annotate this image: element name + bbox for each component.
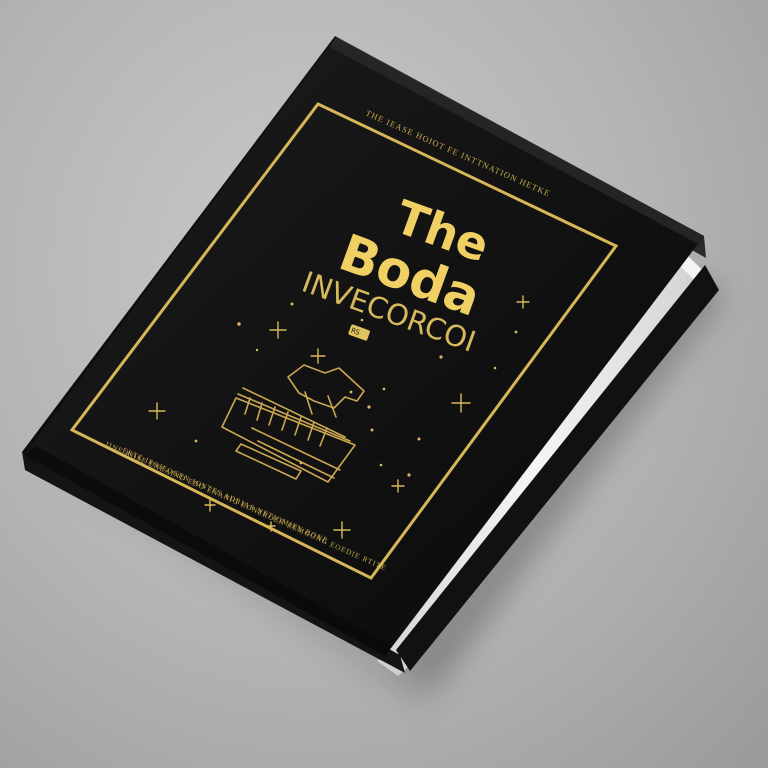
book-mockup: THE IEASE HOIOT FE INTTNATION HETKE The … [22,36,730,710]
product-scene: THE IEASE HOIOT FE INTTNATION HETKE The … [0,0,768,768]
